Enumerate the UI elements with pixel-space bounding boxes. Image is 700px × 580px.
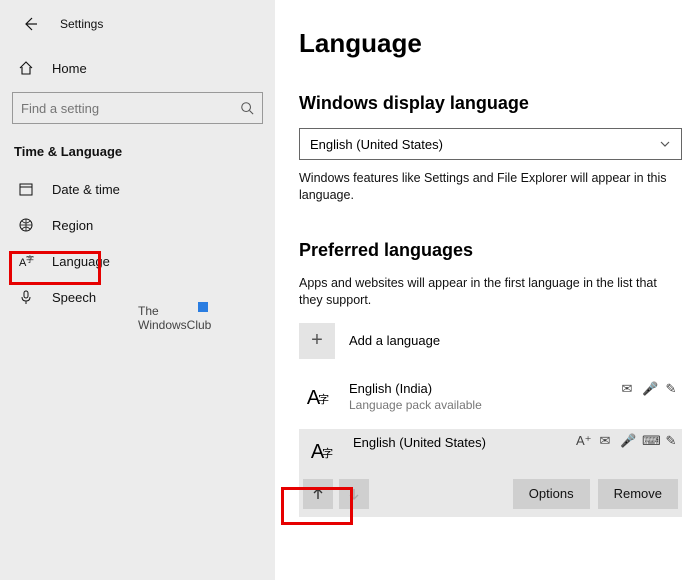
search-input[interactable]	[21, 101, 221, 116]
nav-item-label: Region	[52, 218, 93, 233]
language-subtext: Language pack available	[349, 398, 482, 412]
language-name: English (United States)	[353, 435, 486, 450]
home-icon	[18, 60, 34, 76]
nav-item-label: Speech	[52, 290, 96, 305]
microphone-icon	[18, 289, 34, 305]
language-glyph-icon: A字	[303, 435, 339, 471]
language-info: English (India) Language pack available	[349, 381, 482, 412]
reorder-buttons	[303, 479, 369, 509]
chevron-down-icon	[659, 138, 671, 150]
back-button[interactable]	[18, 12, 42, 36]
display-language-value: English (United States)	[310, 137, 443, 152]
keyboard-icon: ⌨	[642, 433, 656, 449]
watermark: The WindowsClub	[138, 304, 211, 333]
plus-icon: +	[311, 329, 323, 352]
language-row-selected[interactable]: A字 English (United States) A⁺ ✉ 🎤 ⌨ ✎ Op…	[299, 429, 682, 517]
search-icon	[240, 101, 254, 115]
page-title: Language	[299, 28, 682, 59]
language-info: English (United States)	[353, 435, 486, 450]
language-feature-icons: ✉ 🎤 ✎	[620, 381, 678, 397]
nav-home-label: Home	[52, 61, 87, 76]
language-icon: A字	[18, 253, 34, 269]
language-option-buttons: Options Remove	[513, 479, 678, 509]
language-feature-icons: A⁺ ✉ 🎤 ⌨ ✎	[576, 433, 678, 449]
search-container	[0, 86, 275, 138]
language-row[interactable]: A字 English (India) Language pack availab…	[299, 377, 682, 421]
options-button[interactable]: Options	[513, 479, 590, 509]
add-language-label: Add a language	[349, 333, 440, 348]
nav-item-language[interactable]: A字 Language	[0, 243, 275, 279]
globe-icon	[18, 217, 34, 233]
speech-icon: 🎤	[642, 381, 656, 397]
language-glyph-icon: A字	[299, 381, 335, 417]
nav-item-region[interactable]: Region	[0, 207, 275, 243]
language-name: English (India)	[349, 381, 482, 396]
main-panel: Language Windows display language Englis…	[281, 0, 700, 580]
nav-item-date-time[interactable]: Date & time	[0, 171, 275, 207]
handwriting-icon: ✎	[664, 381, 678, 397]
display-language-dropdown[interactable]: English (United States)	[299, 128, 682, 160]
add-language-button[interactable]: +	[299, 323, 335, 359]
add-language-row[interactable]: + Add a language	[299, 323, 682, 359]
speech-icon: 🎤	[620, 433, 634, 449]
display-language-icon: A⁺	[576, 433, 590, 449]
nav-item-label: Language	[52, 254, 110, 269]
display-language-heading: Windows display language	[299, 93, 682, 114]
preferred-languages-description: Apps and websites will appear in the fir…	[299, 275, 682, 309]
language-action-row: Options Remove	[303, 479, 678, 509]
remove-button[interactable]: Remove	[598, 479, 678, 509]
search-box[interactable]	[12, 92, 263, 124]
watermark-line2: WindowsClub	[138, 318, 211, 332]
watermark-logo	[198, 302, 208, 312]
nav-item-label: Date & time	[52, 182, 120, 197]
display-language-description: Windows features like Settings and File …	[299, 170, 682, 204]
nav-home[interactable]: Home	[0, 50, 275, 86]
preferred-languages-heading: Preferred languages	[299, 240, 682, 261]
svg-text:字: 字	[26, 254, 34, 264]
calendar-icon	[18, 181, 34, 197]
sidebar: Settings Home Time & Language Date & tim…	[0, 0, 275, 580]
app-title: Settings	[60, 17, 103, 31]
text-to-speech-icon: ✉	[620, 381, 634, 397]
handwriting-icon: ✎	[664, 433, 678, 449]
move-down-button[interactable]	[339, 479, 369, 509]
move-up-button[interactable]	[303, 479, 333, 509]
section-heading: Time & Language	[0, 138, 275, 171]
window-header: Settings	[0, 12, 275, 50]
text-to-speech-icon: ✉	[598, 433, 612, 449]
